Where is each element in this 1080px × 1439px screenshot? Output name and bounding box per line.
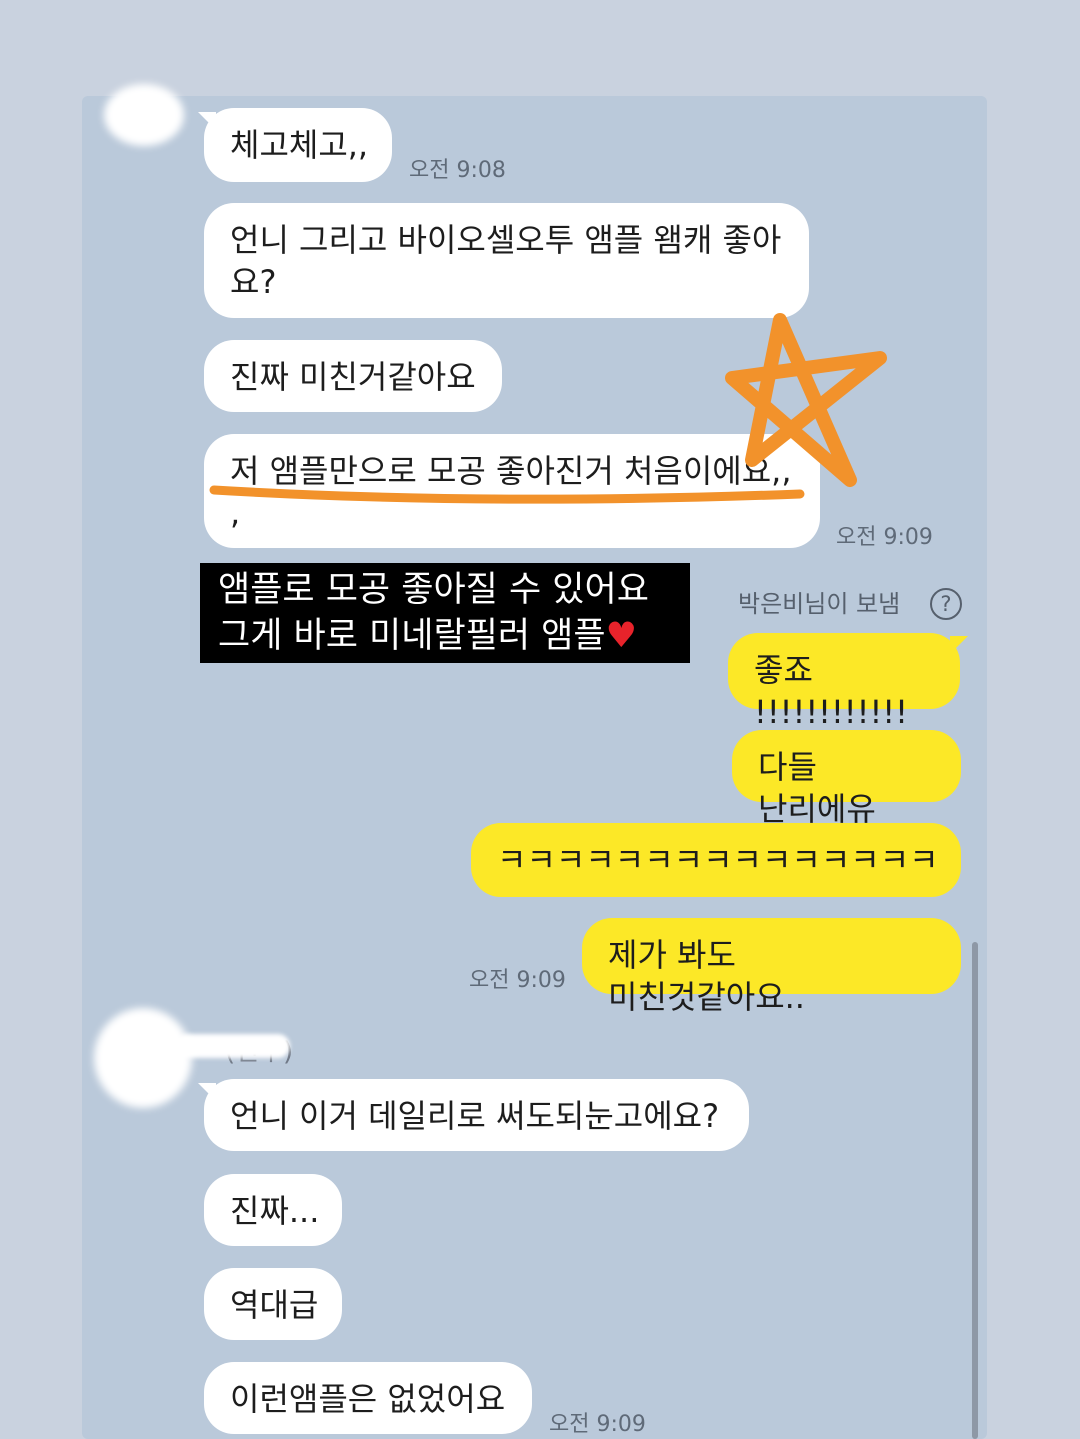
heart-icon: ♥ [605,616,637,656]
redaction-mark [176,1034,290,1058]
scrollbar[interactable] [972,942,978,1439]
outgoing-message[interactable]: 제가 봐도 미친것같아요.. [582,918,961,1016]
message-time: 오전 9:08 [409,158,506,183]
incoming-message[interactable]: 진짜 미친거같아요 [204,340,502,412]
help-icon[interactable]: ? [930,588,962,620]
caption-line-2: 그게 바로 미네랄필러 앰플♥ [218,616,637,656]
incoming-message[interactable]: 언니 이거 데일리로 써도되눈고에요? [204,1079,749,1151]
incoming-message[interactable]: 진짜... [204,1174,342,1246]
message-time: 오전 9:09 [549,1412,646,1437]
incoming-message[interactable]: 언니 그리고 바이오셀오투 앰플 왬캐 좋아 요? [204,203,809,318]
sent-by-label: 박은비님이 보냄 [738,590,901,618]
outgoing-message[interactable]: 다들 난리에유 [732,730,961,828]
avatar [104,84,184,146]
message-time: 오전 9:09 [469,968,566,993]
message-time: 오전 9:09 [836,525,933,550]
incoming-message[interactable]: 저 앰플만으로 모공 좋아진거 처음이에요,, , [204,434,820,548]
incoming-message[interactable]: 역대급 [204,1268,342,1340]
incoming-message[interactable]: 이런앰플은 없었어요 [204,1362,532,1434]
outgoing-message[interactable]: ㅋㅋㅋㅋㅋㅋㅋㅋㅋㅋㅋㅋㅋㅋㅋ [471,823,961,897]
overlay-caption: 앰플로 모공 좋아질 수 있어요 그게 바로 미네랄필러 앰플♥ [200,563,690,663]
incoming-message[interactable]: 체고체고,, [204,108,392,182]
avatar [94,1008,192,1108]
outgoing-message[interactable]: 좋죠 !!!!!!!!!!!! [728,633,960,731]
caption-line-1: 앰플로 모공 좋아질 수 있어요 [218,570,649,610]
